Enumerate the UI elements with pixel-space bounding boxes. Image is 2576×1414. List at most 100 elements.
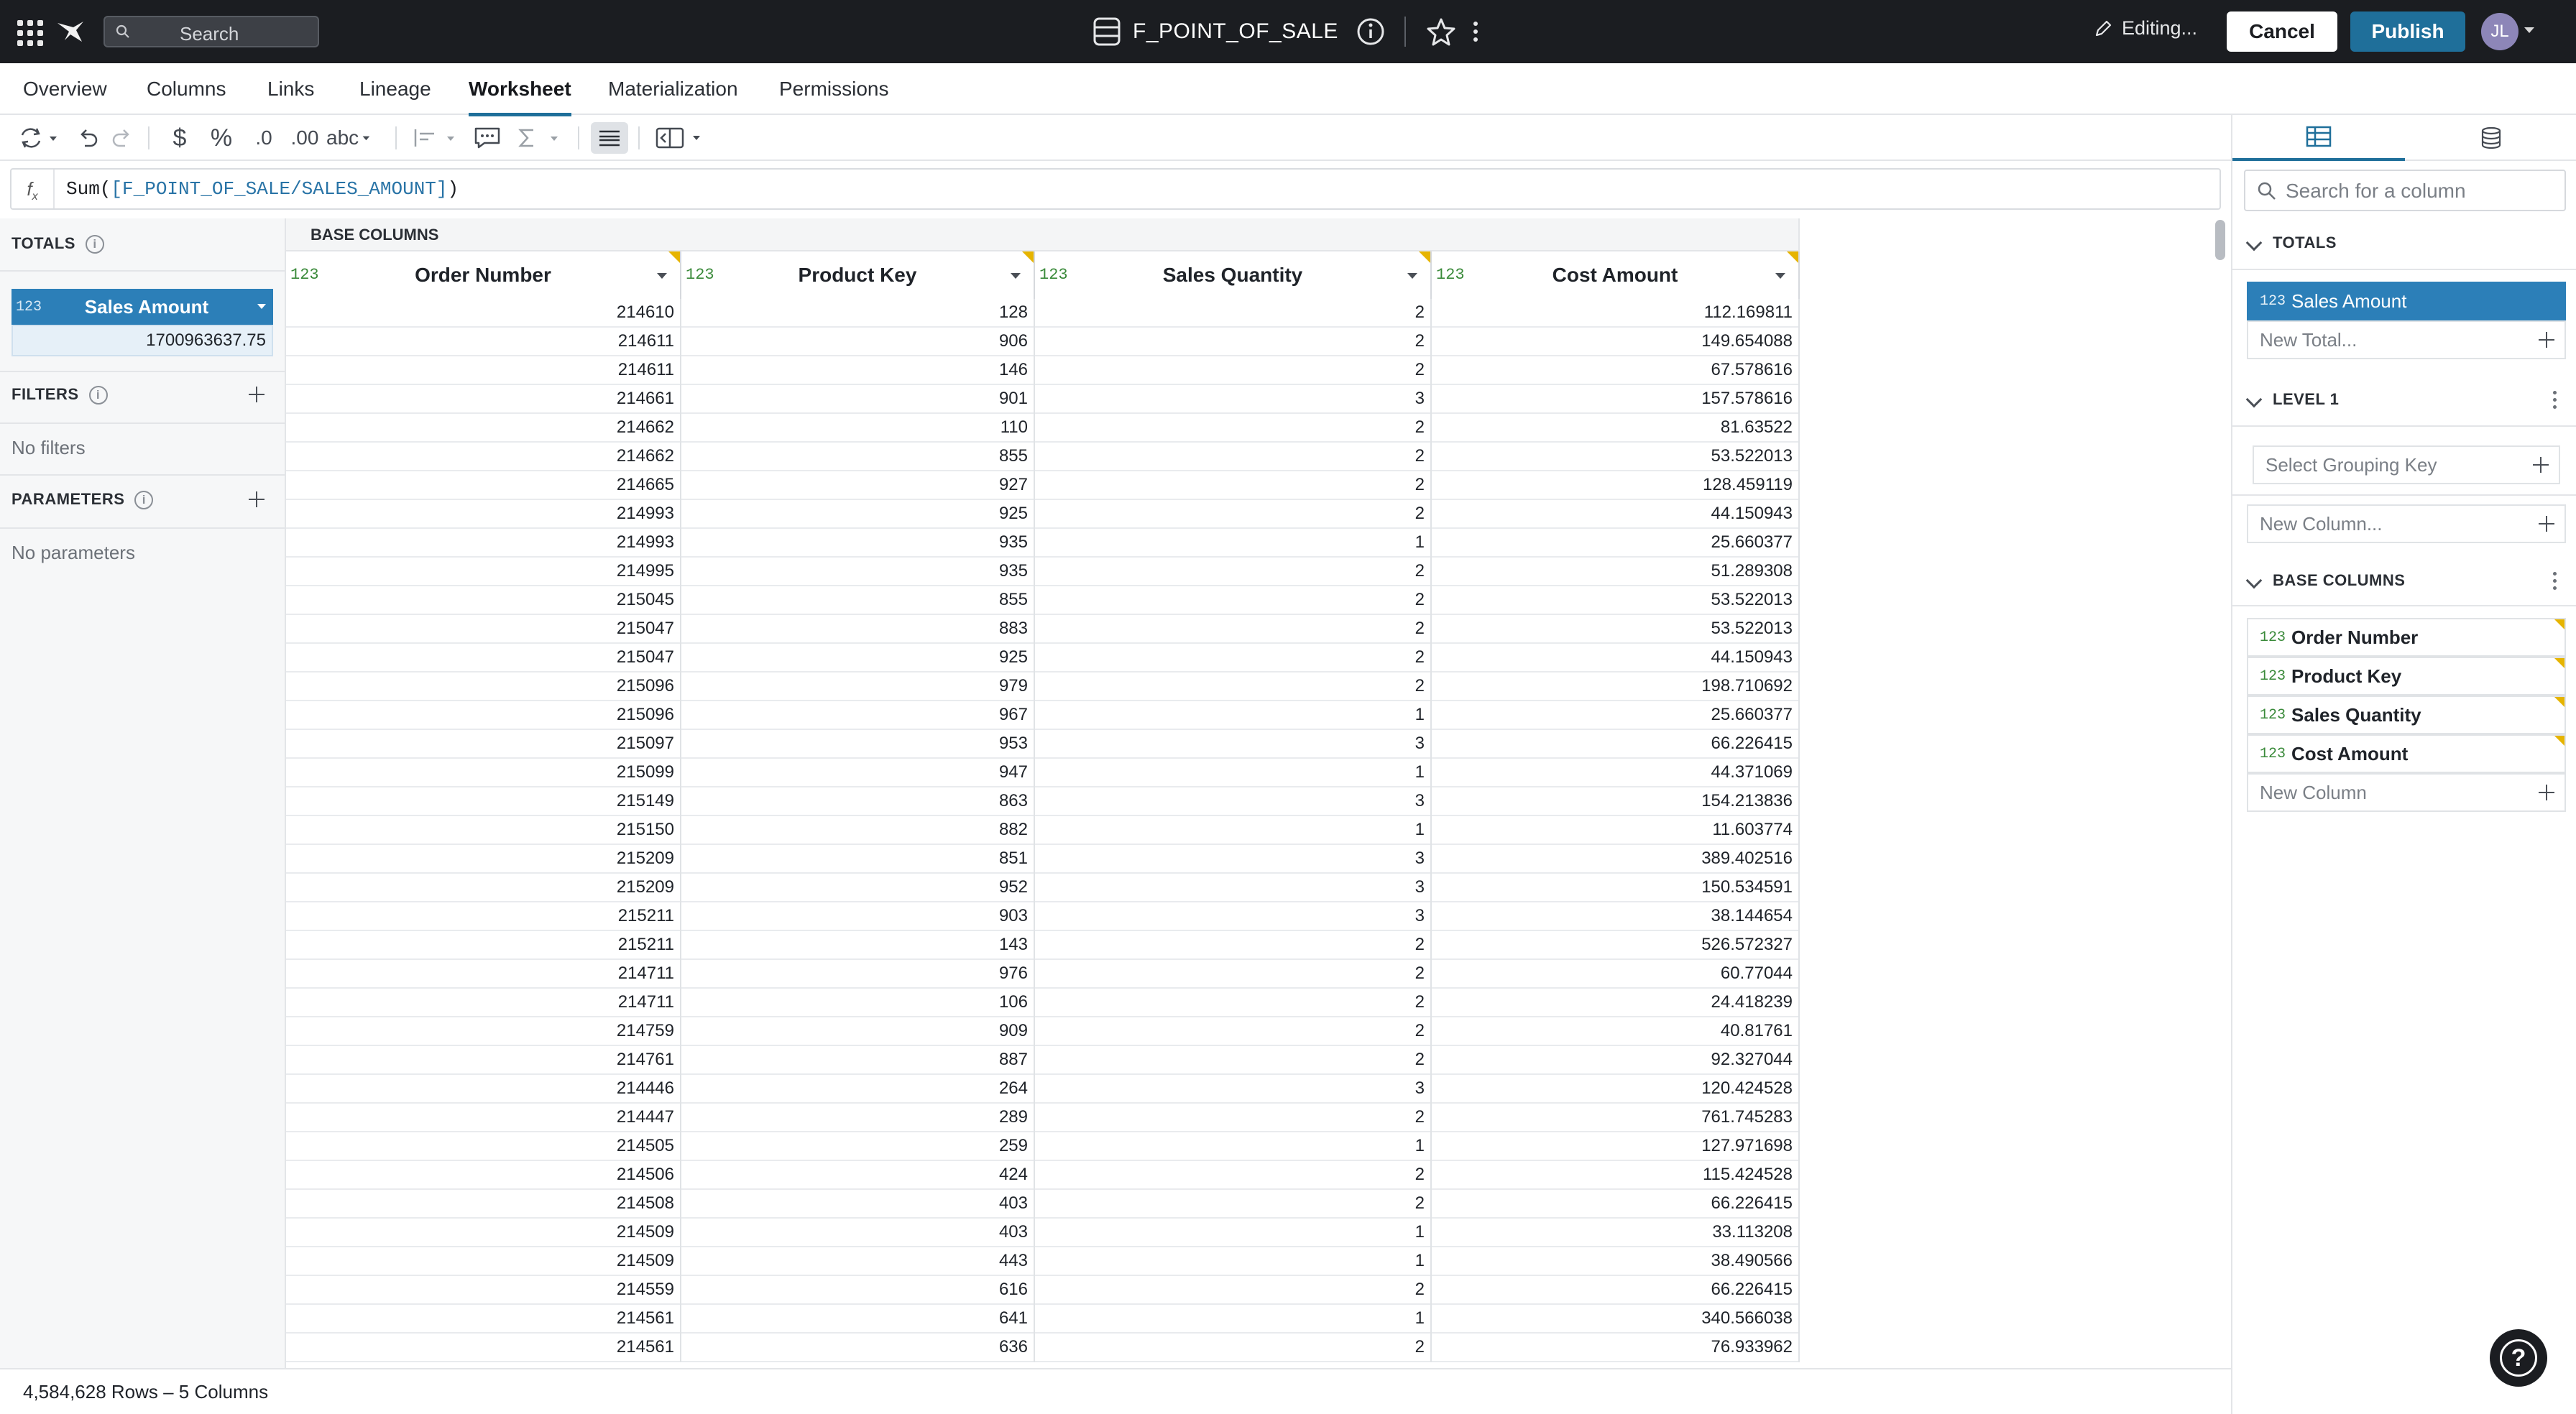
table-cell[interactable]: 3 — [1035, 874, 1432, 902]
table-cell[interactable]: 215099 — [286, 759, 681, 787]
table-row[interactable]: 215047 883 2 53.522013 — [286, 615, 1800, 644]
more-options-icon[interactable] — [2553, 571, 2557, 590]
table-cell[interactable]: 106 — [681, 989, 1035, 1017]
add-column-menu-button[interactable] — [653, 122, 707, 154]
info-icon[interactable] — [1356, 17, 1386, 47]
tab-lineage[interactable]: Lineage — [359, 63, 431, 115]
table-cell[interactable]: 92.327044 — [1432, 1046, 1800, 1075]
table-cell[interactable]: 110 — [681, 414, 1035, 443]
table-cell[interactable]: 127.971698 — [1432, 1132, 1800, 1161]
table-cell[interactable]: 424 — [681, 1161, 1035, 1190]
table-cell[interactable]: 51.289308 — [1432, 558, 1800, 586]
redo-button[interactable] — [106, 122, 138, 154]
info-icon[interactable]: i — [85, 235, 104, 254]
table-row[interactable]: 214508 403 2 66.226415 — [286, 1190, 1800, 1219]
table-cell[interactable]: 2 — [1035, 1334, 1432, 1362]
table-cell[interactable]: 883 — [681, 615, 1035, 644]
table-cell[interactable]: 53.522013 — [1432, 615, 1800, 644]
table-cell[interactable]: 214610 — [286, 299, 681, 328]
table-cell[interactable]: 1 — [1035, 1305, 1432, 1334]
table-cell[interactable]: 215047 — [286, 615, 681, 644]
table-row[interactable]: 214711 106 2 24.418239 — [286, 989, 1800, 1017]
table-cell[interactable]: 882 — [681, 816, 1035, 845]
table-cell[interactable]: 215211 — [286, 931, 681, 960]
table-cell[interactable]: 215045 — [286, 586, 681, 615]
table-cell[interactable]: 25.660377 — [1432, 529, 1800, 558]
table-cell[interactable]: 443 — [681, 1247, 1035, 1276]
column-search-input[interactable]: Search for a column — [2244, 170, 2566, 211]
table-cell[interactable]: 636 — [681, 1334, 1035, 1362]
table-cell[interactable]: 863 — [681, 787, 1035, 816]
chevron-down-icon[interactable] — [1775, 273, 1785, 279]
table-cell[interactable]: 641 — [681, 1305, 1035, 1334]
table-cell[interactable]: 53.522013 — [1432, 443, 1800, 471]
base-column-order-number[interactable]: 123 Order Number — [2247, 618, 2566, 657]
percent-format-button[interactable]: % — [204, 122, 239, 154]
table-row[interactable]: 214561 636 2 76.933962 — [286, 1334, 1800, 1362]
table-cell[interactable]: 3 — [1035, 730, 1432, 759]
table-cell[interactable]: 214561 — [286, 1305, 681, 1334]
table-cell[interactable]: 128.459119 — [1432, 471, 1800, 500]
table-cell[interactable]: 146 — [681, 356, 1035, 385]
table-row[interactable]: 214610 128 2 112.169811 — [286, 299, 1800, 328]
new-total-input[interactable]: New Total... — [2247, 320, 2566, 359]
table-cell[interactable]: 901 — [681, 385, 1035, 414]
table-cell[interactable]: 214993 — [286, 529, 681, 558]
table-cell[interactable]: 967 — [681, 701, 1035, 730]
table-cell[interactable]: 214711 — [286, 989, 681, 1017]
table-cell[interactable]: 979 — [681, 673, 1035, 701]
table-cell[interactable]: 157.578616 — [1432, 385, 1800, 414]
formula-expression[interactable]: Sum([F_POINT_OF_SALE/SALES_AMOUNT]) — [55, 178, 459, 200]
table-cell[interactable]: 953 — [681, 730, 1035, 759]
table-cell[interactable]: 214505 — [286, 1132, 681, 1161]
table-cell[interactable]: 616 — [681, 1276, 1035, 1305]
table-cell[interactable]: 214761 — [286, 1046, 681, 1075]
table-cell[interactable]: 154.213836 — [1432, 787, 1800, 816]
table-cell[interactable]: 214611 — [286, 356, 681, 385]
table-cell[interactable]: 2 — [1035, 989, 1432, 1017]
new-base-column-input[interactable]: New Column — [2247, 773, 2566, 812]
table-cell[interactable]: 44.371069 — [1432, 759, 1800, 787]
table-row[interactable]: 215209 952 3 150.534591 — [286, 874, 1800, 902]
table-row[interactable]: 215097 953 3 66.226415 — [286, 730, 1800, 759]
currency-format-button[interactable]: $ — [164, 122, 196, 154]
more-options-icon[interactable] — [2553, 390, 2557, 409]
table-cell[interactable]: 935 — [681, 558, 1035, 586]
table-cell[interactable]: 33.113208 — [1432, 1219, 1800, 1247]
summarize-menu-button[interactable] — [515, 122, 565, 154]
table-cell[interactable]: 214662 — [286, 443, 681, 471]
table-cell[interactable]: 24.418239 — [1432, 989, 1800, 1017]
table-cell[interactable]: 851 — [681, 845, 1035, 874]
tab-table-structure[interactable] — [2232, 115, 2405, 161]
table-cell[interactable]: 2 — [1035, 1276, 1432, 1305]
table-row[interactable]: 215096 967 1 25.660377 — [286, 701, 1800, 730]
table-row[interactable]: 214711 976 2 60.77044 — [286, 960, 1800, 989]
table-cell[interactable]: 935 — [681, 529, 1035, 558]
column-header-cost-amount[interactable]: 123 Cost Amount — [1432, 251, 1800, 299]
base-column-cost-amount[interactable]: 123 Cost Amount — [2247, 734, 2566, 773]
table-cell[interactable]: 198.710692 — [1432, 673, 1800, 701]
table-cell[interactable]: 2 — [1035, 673, 1432, 701]
table-cell[interactable]: 214759 — [286, 1017, 681, 1046]
table-cell[interactable]: 2 — [1035, 615, 1432, 644]
table-row[interactable]: 214665 927 2 128.459119 — [286, 471, 1800, 500]
table-cell[interactable]: 526.572327 — [1432, 931, 1800, 960]
table-row[interactable]: 215099 947 1 44.371069 — [286, 759, 1800, 787]
table-row[interactable]: 214446 264 3 120.424528 — [286, 1075, 1800, 1104]
global-search[interactable]: Search — [104, 16, 319, 47]
table-cell[interactable]: 2 — [1035, 1017, 1432, 1046]
tab-permissions[interactable]: Permissions — [779, 63, 888, 115]
table-cell[interactable]: 259 — [681, 1132, 1035, 1161]
align-menu-button[interactable] — [410, 122, 461, 154]
table-cell[interactable]: 2 — [1035, 1046, 1432, 1075]
table-row[interactable]: 214506 424 2 115.424528 — [286, 1161, 1800, 1190]
table-cell[interactable]: 925 — [681, 644, 1035, 673]
chevron-down-icon[interactable] — [1011, 273, 1021, 279]
table-cell[interactable]: 3 — [1035, 787, 1432, 816]
table-cell[interactable]: 3 — [1035, 845, 1432, 874]
table-cell[interactable]: 2 — [1035, 931, 1432, 960]
table-cell[interactable]: 214559 — [286, 1276, 681, 1305]
table-cell[interactable]: 887 — [681, 1046, 1035, 1075]
table-row[interactable]: 215211 143 2 526.572327 — [286, 931, 1800, 960]
table-cell[interactable]: 215097 — [286, 730, 681, 759]
